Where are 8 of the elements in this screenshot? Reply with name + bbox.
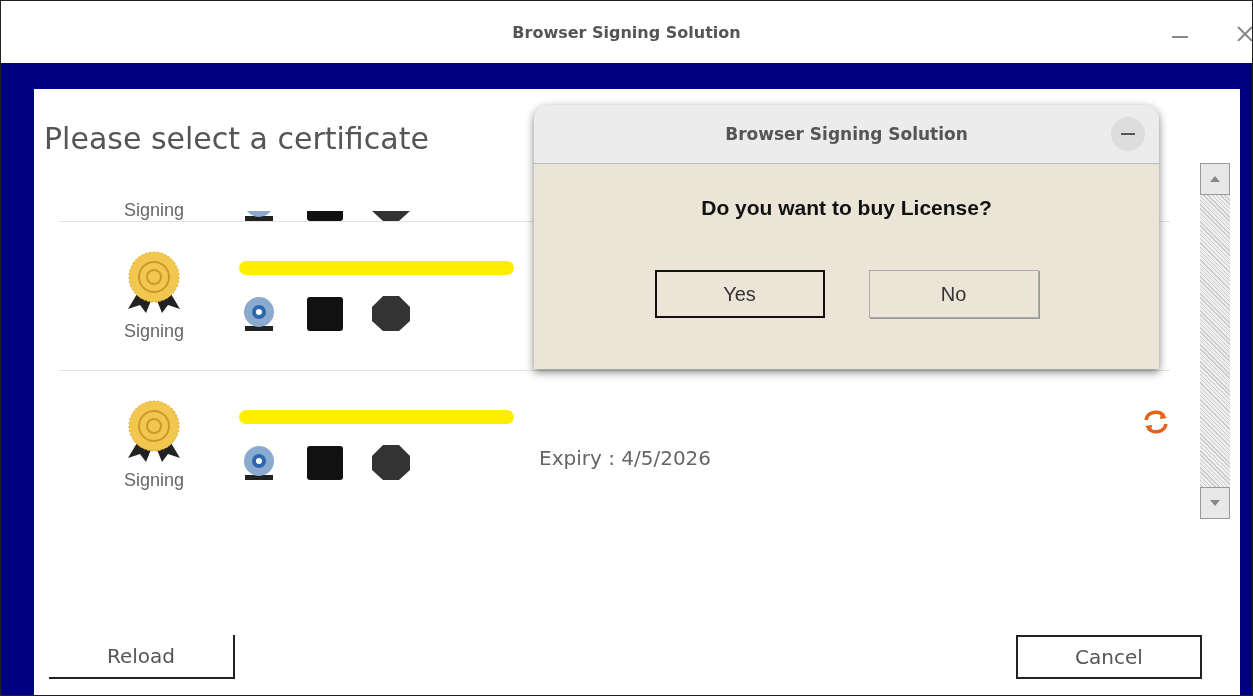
expiry-date: Expiry : 4/5/2026: [539, 446, 712, 470]
heading: Please select a certificate: [44, 120, 429, 158]
dialog-message: Do you want to buy License?: [700, 196, 993, 220]
usage-label: Signing: [123, 320, 184, 342]
usage-label: Signing: [123, 469, 184, 491]
window-title: Browser Signing Solution: [512, 22, 741, 42]
dialog-title: Browser Signing Solution: [725, 124, 968, 144]
usage-label: Signing: [123, 200, 184, 221]
